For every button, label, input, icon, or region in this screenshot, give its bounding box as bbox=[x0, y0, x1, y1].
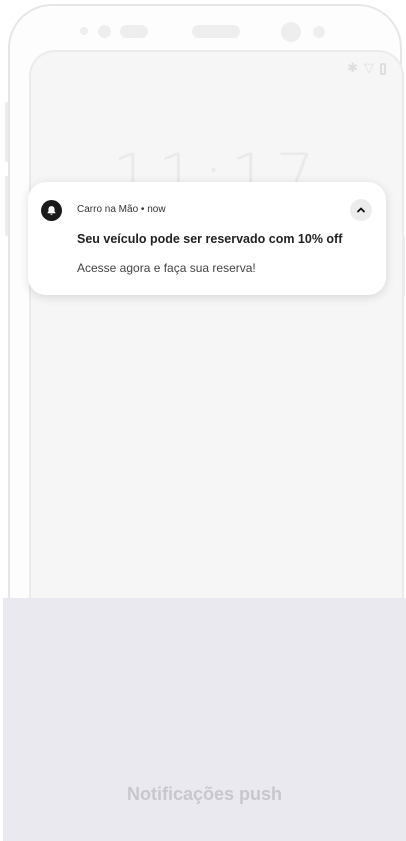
status-bar: ✱ ▽ bbox=[347, 62, 386, 76]
bell-icon bbox=[41, 200, 62, 221]
phone-camera bbox=[281, 22, 301, 42]
phone-sensor bbox=[80, 27, 88, 35]
chevron-up-icon[interactable] bbox=[350, 199, 372, 221]
phone-sensor bbox=[98, 25, 111, 38]
phone-sensor bbox=[120, 25, 148, 38]
phone-screen: ✱ ▽ 11:17 bbox=[29, 50, 404, 610]
notification-time: now bbox=[147, 204, 166, 215]
caption-text: Notificações push bbox=[126, 784, 283, 804]
caption-panel: Notificações push bbox=[3, 598, 406, 841]
battery-icon bbox=[380, 63, 386, 75]
push-notification[interactable]: Carro na Mão • now Seu veículo pode ser … bbox=[28, 182, 386, 295]
wifi-icon: ▽ bbox=[364, 61, 374, 76]
separator: • bbox=[140, 204, 145, 215]
phone-speaker bbox=[192, 25, 240, 38]
bluetooth-icon: ✱ bbox=[347, 61, 358, 76]
app-name: Carro na Mão bbox=[77, 204, 139, 215]
phone-frame: ✱ ▽ 11:17 bbox=[8, 4, 404, 644]
phone-sensor bbox=[313, 26, 325, 38]
notification-header: Carro na Mão • now bbox=[77, 204, 166, 215]
notification-title: Seu veículo pode ser reservado com 10% o… bbox=[77, 232, 343, 246]
notification-body: Acesse agora e faça sua reserva! bbox=[77, 261, 256, 275]
